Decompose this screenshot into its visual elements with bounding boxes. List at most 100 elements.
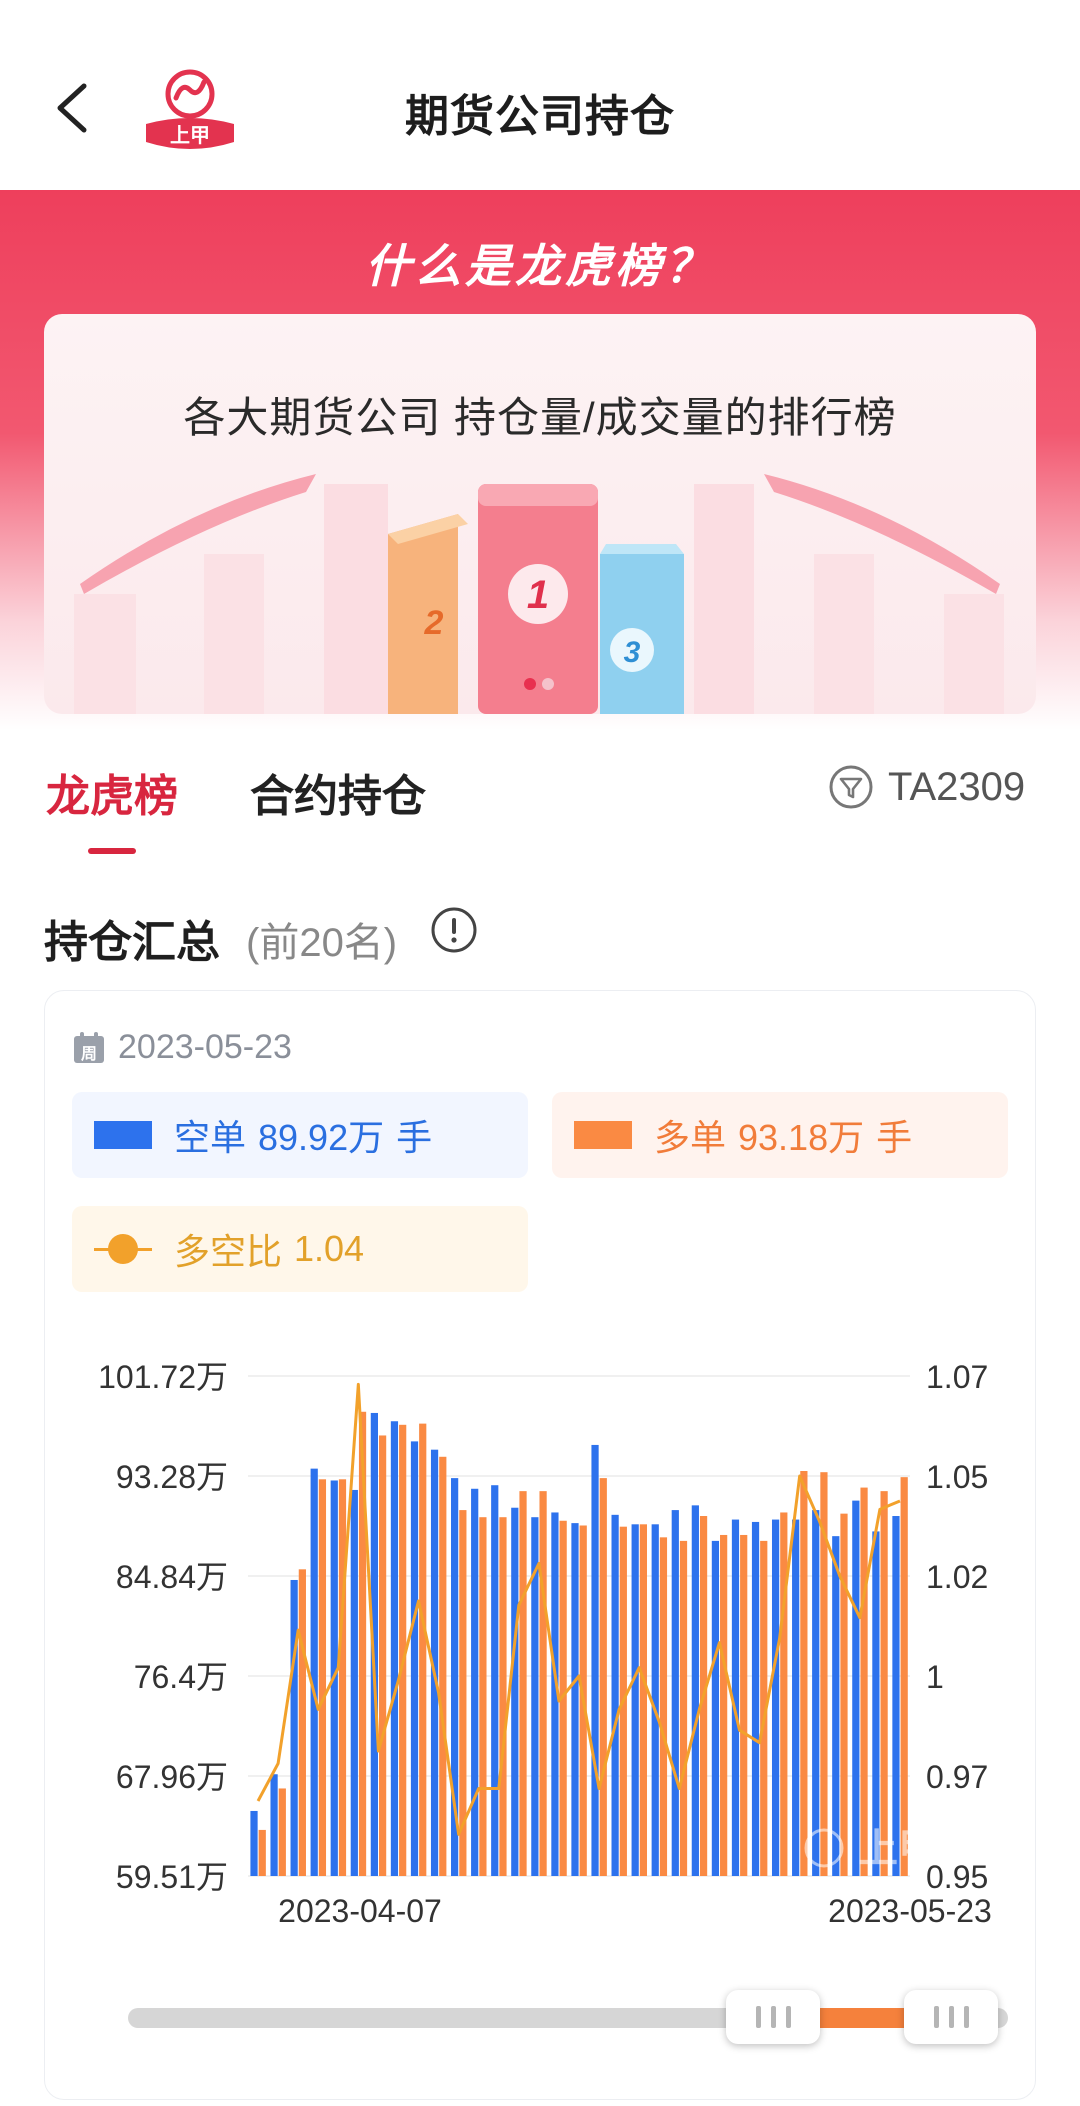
long-bar[interactable] [740,1534,748,1876]
legend-short[interactable]: 空单 89.92万 手 [72,1092,528,1178]
short-bar[interactable] [872,1531,880,1876]
short-bar[interactable] [290,1579,298,1876]
right-tick-label: 0.97 [926,1759,988,1795]
long-label: 多单 [654,1117,727,1158]
ratio-label: 多空比 [174,1231,283,1272]
long-bar[interactable] [318,1479,327,1876]
watermark-text: 上甲 [858,1827,938,1871]
right-axis-ticks: 1.071.051.0210.970.95 [926,1359,988,1895]
header-bar: 上甲 期货公司持仓 [0,0,1080,190]
calendar-icon: 周 [74,1031,104,1063]
info-icon[interactable] [430,906,478,954]
long-bar[interactable] [419,1423,427,1876]
left-axis-ticks: 101.72万 93.28万 84.84万 76.4万 67.96万 59.51万 [98,1359,228,1895]
short-bar[interactable] [671,1510,679,1876]
short-bar[interactable] [771,1519,780,1876]
short-bar[interactable] [390,1421,399,1876]
left-tick-label: 101.72万 [98,1359,228,1395]
short-bar[interactable] [410,1441,419,1876]
contract-code: TA2309 [888,764,1026,809]
long-bar[interactable] [659,1537,668,1876]
long-bar[interactable] [298,1569,306,1876]
long-bar[interactable] [880,1491,888,1876]
short-swatch [94,1121,152,1149]
short-bar[interactable] [591,1444,599,1876]
long-bar[interactable] [278,1788,286,1876]
long-bar[interactable] [378,1435,387,1876]
long-bar[interactable] [439,1456,447,1876]
ratio-swatch [94,1232,152,1266]
long-value: 93.18万 [738,1117,865,1158]
filter-icon [829,765,873,809]
range-slider-right-handle[interactable] [904,1990,998,2044]
short-bar[interactable] [611,1514,619,1876]
legend-long[interactable]: 多单 93.18万 手 [552,1092,1008,1178]
long-bar[interactable] [479,1517,487,1876]
long-bar[interactable] [780,1512,788,1876]
short-value: 89.92万 [258,1117,385,1158]
podium-rank-1: 1 [527,573,549,617]
short-bar[interactable] [792,1519,800,1876]
long-bar[interactable] [860,1487,868,1876]
carousel-dot[interactable] [542,678,554,690]
long-bar[interactable] [519,1491,527,1876]
banner-card[interactable]: 各大期货公司 持仓量/成交量的排行榜 2 1 3 [44,314,1036,714]
short-bar[interactable] [491,1485,499,1876]
summary-date: 2023-05-23 [118,1028,292,1066]
svg-text:周: 周 [81,1045,97,1063]
left-tick-label: 59.51万 [116,1859,228,1895]
short-bar[interactable] [270,1774,278,1876]
podium-rank-2: 2 [424,604,444,642]
short-bar[interactable] [471,1488,479,1876]
long-bar[interactable] [720,1534,728,1876]
long-bar[interactable] [338,1479,347,1876]
short-bar[interactable] [832,1536,840,1876]
page-title: 期货公司持仓 [405,92,675,141]
tab-contract-positions[interactable]: 合约持仓 [250,760,426,824]
banner[interactable]: 什么是龙虎榜？ 各大期货公司 持仓量/成交量的排行榜 2 1 3 [0,190,1080,730]
short-bar[interactable] [812,1510,820,1876]
long-bar[interactable] [258,1829,266,1876]
short-bar[interactable] [691,1505,699,1876]
short-bar[interactable] [751,1521,760,1876]
long-swatch [574,1121,632,1149]
short-bar[interactable] [310,1468,318,1876]
short-bar[interactable] [571,1523,579,1876]
long-bar[interactable] [840,1513,848,1876]
banner-question: 什么是龙虎榜？ [365,240,715,292]
right-tick-label: 1.02 [926,1559,988,1595]
section-title: 持仓汇总 [44,918,220,967]
right-tick-label: 1 [926,1659,944,1695]
short-bar[interactable] [350,1489,358,1876]
long-bar[interactable] [539,1491,547,1876]
summary-date-row: 周 2023-05-23 [72,1028,292,1067]
long-bar[interactable] [599,1478,607,1876]
long-bar[interactable] [639,1524,648,1876]
long-bar[interactable] [499,1517,507,1876]
short-bar[interactable] [852,1500,860,1876]
banner-description: 各大期货公司 持仓量/成交量的排行榜 [183,394,897,441]
long-bar[interactable] [900,1477,908,1876]
range-slider-selection[interactable] [812,2008,912,2028]
short-bar[interactable] [631,1524,639,1876]
contract-selector[interactable]: TA2309 [828,764,1025,810]
position-chart[interactable]: 101.72万 93.28万 84.84万 76.4万 67.96万 59.51万 1.0… [0,1330,1080,1950]
long-bar[interactable] [679,1540,688,1876]
right-tick-label: 1.07 [926,1359,988,1395]
chart-bars [250,1411,908,1876]
short-bar[interactable] [511,1507,519,1876]
short-bar[interactable] [892,1516,900,1876]
chart-grid [248,1375,910,1877]
short-bar[interactable] [711,1540,720,1876]
left-tick-label: 76.4万 [134,1659,228,1695]
x-end-label: 2023-05-23 [828,1893,992,1929]
short-bar[interactable] [250,1810,258,1876]
range-slider-left-handle[interactable] [726,1990,820,2044]
legend-ratio[interactable]: 多空比 1.04 [72,1206,528,1292]
carousel-dot-active[interactable] [524,678,536,690]
tab-dragon-tiger-list[interactable]: 龙虎榜 [46,760,178,824]
short-unit: 手 [396,1117,433,1158]
ratio-value: 1.04 [294,1228,365,1269]
podium-rank-3: 3 [624,636,641,669]
long-bar[interactable] [800,1471,808,1876]
